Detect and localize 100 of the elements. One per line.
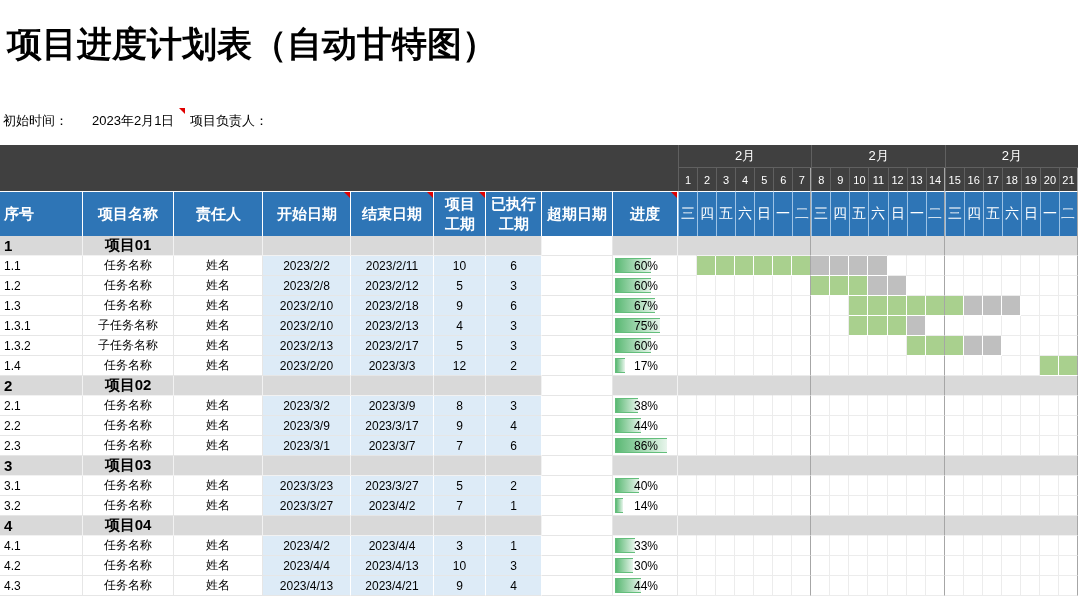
- timeline-cell: [887, 396, 907, 416]
- timeline-cell: [887, 536, 907, 556]
- table-cell: 6: [486, 296, 542, 316]
- table-cell: 项目03: [83, 456, 174, 476]
- table-cell: 任务名称: [83, 576, 174, 596]
- timeline-cell: [849, 536, 869, 556]
- timeline-cell: [754, 396, 774, 416]
- day-number: 10: [849, 168, 869, 191]
- completed-day-block: [906, 336, 926, 356]
- table-cell: 2023/2/17: [351, 336, 434, 356]
- table-cell: 4.1: [0, 536, 83, 556]
- table-cell: 9: [434, 576, 486, 596]
- timeline-cell: [773, 396, 793, 416]
- table-cell: 2: [486, 476, 542, 496]
- table-cell: 3: [434, 536, 486, 556]
- timeline-cell: [811, 316, 831, 336]
- progress-percent: 75%: [633, 318, 658, 333]
- table-cell: 任务名称: [83, 476, 174, 496]
- timeline-cell: [887, 476, 907, 496]
- timeline-cell: [1058, 396, 1078, 416]
- progress-percent: 86%: [633, 438, 658, 453]
- timeline-cell: [1039, 256, 1059, 276]
- table-cell: 5: [434, 476, 486, 496]
- timeline-cell: [925, 416, 945, 436]
- completed-day-block: [773, 256, 793, 276]
- table-cell: 2023/3/7: [351, 436, 434, 456]
- table-cell: 1.3.2: [0, 336, 83, 356]
- column-header: 项目工期: [434, 191, 486, 236]
- timeline-cell: [697, 396, 717, 416]
- timeline-cell: [811, 416, 831, 436]
- progress-percent: 38%: [633, 398, 658, 413]
- table-cell: 2023/4/2: [351, 496, 434, 516]
- timeline-cell: [830, 476, 850, 496]
- table-cell: 2023/3/2: [263, 396, 351, 416]
- table-cell: 任务名称: [83, 416, 174, 436]
- timeline-cell: [830, 336, 850, 356]
- timeline-cell: [1020, 316, 1040, 336]
- remaining-day-block: [982, 296, 1002, 316]
- table-cell: 1.2: [0, 276, 83, 296]
- timeline-cell: [735, 536, 755, 556]
- table-cell: 2023/3/9: [351, 396, 434, 416]
- table-cell: 1: [0, 236, 83, 256]
- timeline-cell: [1001, 256, 1021, 276]
- column-header: 序号: [0, 191, 83, 236]
- progress-percent: 44%: [633, 418, 658, 433]
- timeline-cell: [792, 396, 812, 416]
- table-cell: 2023/3/23: [263, 476, 351, 496]
- table-cell: 3: [486, 316, 542, 336]
- table-cell: 3: [486, 396, 542, 416]
- day-number: 8: [811, 168, 831, 191]
- timeline-cell: [1001, 316, 1021, 336]
- sheet-title: 项目进度计划表（自动甘特图）: [7, 23, 497, 65]
- remaining-day-block: [868, 256, 888, 276]
- weekday-header: 五: [716, 191, 736, 236]
- table-cell: 7: [434, 496, 486, 516]
- timeline-cell: [925, 396, 945, 416]
- timeline-cell: [944, 556, 964, 576]
- timeline-cell: [1020, 476, 1040, 496]
- timeline-cell: [906, 396, 926, 416]
- timeline-cell: [963, 476, 983, 496]
- table-cell: 2023/2/10: [263, 296, 351, 316]
- timeline-cell: [963, 536, 983, 556]
- timeline-cell: [1058, 476, 1078, 496]
- weekday-header: 一: [773, 191, 793, 236]
- timeline-cell: [697, 276, 717, 296]
- table-cell: 任务名称: [83, 276, 174, 296]
- column-header: 责任人: [174, 191, 263, 236]
- table-cell: [434, 456, 486, 476]
- completed-day-block: [735, 256, 755, 276]
- table-cell: 2023/3/27: [351, 476, 434, 496]
- table-cell: [486, 456, 542, 476]
- timeline-cell: [963, 256, 983, 276]
- table-cell: 4: [0, 516, 83, 536]
- timeline-cell: [678, 516, 698, 536]
- weekday-header: 六: [735, 191, 755, 236]
- table-cell: 项目02: [83, 376, 174, 396]
- timeline-cell: [830, 396, 850, 416]
- table-cell: 2023/2/13: [351, 316, 434, 336]
- timeline-cell: [925, 236, 945, 256]
- table-cell: 任务名称: [83, 536, 174, 556]
- completed-day-block: [697, 256, 717, 276]
- month-header: 2月: [678, 145, 812, 168]
- timeline-cell: [906, 256, 926, 276]
- timeline-cell: [849, 396, 869, 416]
- weekday-header: 五: [849, 191, 869, 236]
- timeline-cell: [792, 576, 812, 596]
- month-header: 2月: [944, 145, 1078, 168]
- table-cell: 2023/3/27: [263, 496, 351, 516]
- table-cell: [486, 236, 542, 256]
- table-cell: 9: [434, 296, 486, 316]
- table-cell: 1: [486, 496, 542, 516]
- completed-day-block: [830, 276, 850, 296]
- table-cell: 4: [434, 316, 486, 336]
- timeline-cell: [944, 576, 964, 596]
- timeline-cell: [811, 536, 831, 556]
- timeline-cell: [811, 296, 831, 316]
- timeline-cell: [792, 476, 812, 496]
- table-cell: 子任务名称: [83, 316, 174, 336]
- table-cell: 9: [434, 416, 486, 436]
- table-cell: 2023/2/20: [263, 356, 351, 376]
